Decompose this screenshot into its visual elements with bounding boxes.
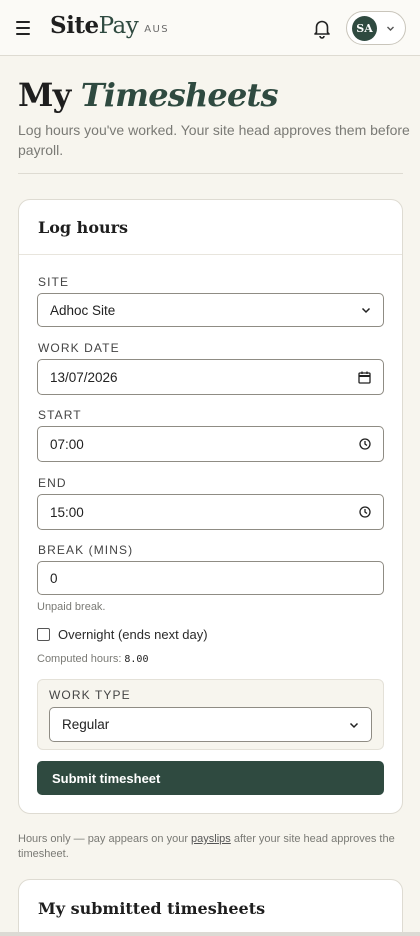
start-label: START	[38, 408, 82, 422]
chevron-down-icon	[387, 26, 394, 31]
break-minutes-input[interactable]: 0	[37, 561, 384, 595]
chevron-down-icon	[361, 307, 371, 314]
chevron-down-icon	[349, 722, 359, 728]
computed-hours: Computed hours: 8.00	[37, 653, 148, 665]
divider	[19, 254, 402, 255]
start-time-value: 07:00	[50, 436, 84, 452]
calendar-icon[interactable]	[358, 371, 371, 384]
computed-hours-value: 8.00	[124, 654, 149, 665]
break-minutes-value: 0	[50, 570, 58, 586]
end-time-input[interactable]: 15:00	[37, 494, 384, 530]
work-date-value: 13/07/2026	[50, 369, 118, 385]
account-menu-button[interactable]: SA	[346, 11, 406, 45]
work-type-select[interactable]: Regular	[49, 707, 372, 742]
divider	[18, 173, 403, 174]
page-title: My Timesheets	[18, 76, 279, 114]
site-select[interactable]: Adhoc Site	[37, 293, 384, 327]
hamburger-menu-icon[interactable]	[14, 17, 34, 39]
avatar: SA	[352, 16, 377, 41]
bell-icon[interactable]	[311, 17, 333, 39]
site-value: Adhoc Site	[50, 302, 116, 318]
work-date-label: WORK DATE	[38, 341, 120, 355]
end-time-value: 15:00	[50, 504, 84, 520]
break-label: BREAK (MINS)	[38, 543, 134, 557]
clock-icon[interactable]	[359, 438, 371, 450]
computed-hours-label: Computed hours:	[37, 653, 122, 665]
brand-name: SitePay	[50, 12, 139, 39]
break-hint: Unpaid break.	[37, 601, 106, 613]
submit-timesheet-button[interactable]: Submit timesheet	[37, 761, 384, 795]
brand-region: AUS	[144, 24, 169, 35]
start-time-input[interactable]: 07:00	[37, 426, 384, 462]
overnight-checkbox[interactable]	[37, 627, 50, 641]
horizontal-scrollbar[interactable]	[0, 932, 420, 936]
work-type-panel: WORK TYPE Regular	[37, 679, 384, 750]
clock-icon[interactable]	[359, 506, 371, 518]
brand-logo[interactable]: SitePay AUS	[50, 12, 169, 39]
end-label: END	[38, 476, 67, 490]
work-type-label: WORK TYPE	[49, 688, 131, 702]
overnight-label[interactable]: Overnight (ends next day)	[58, 627, 208, 642]
log-hours-card: Log hours SITE Adhoc Site WORK DATE 13/0…	[18, 199, 403, 814]
top-bar: SitePay AUS SA	[0, 0, 420, 56]
card-title: Log hours	[38, 218, 129, 237]
payslips-link[interactable]: payslips	[191, 833, 231, 845]
footnote: Hours only — pay appears on your payslip…	[18, 833, 395, 860]
site-label: SITE	[38, 275, 70, 289]
overnight-row: Overnight (ends next day)	[37, 625, 208, 643]
card-title: My submitted timesheets	[38, 899, 266, 918]
work-type-value: Regular	[62, 717, 110, 732]
page-subtitle: Log hours you've worked. Your site head …	[18, 122, 410, 158]
work-date-input[interactable]: 13/07/2026	[37, 359, 384, 395]
submitted-timesheets-card: My submitted timesheets	[18, 879, 403, 936]
